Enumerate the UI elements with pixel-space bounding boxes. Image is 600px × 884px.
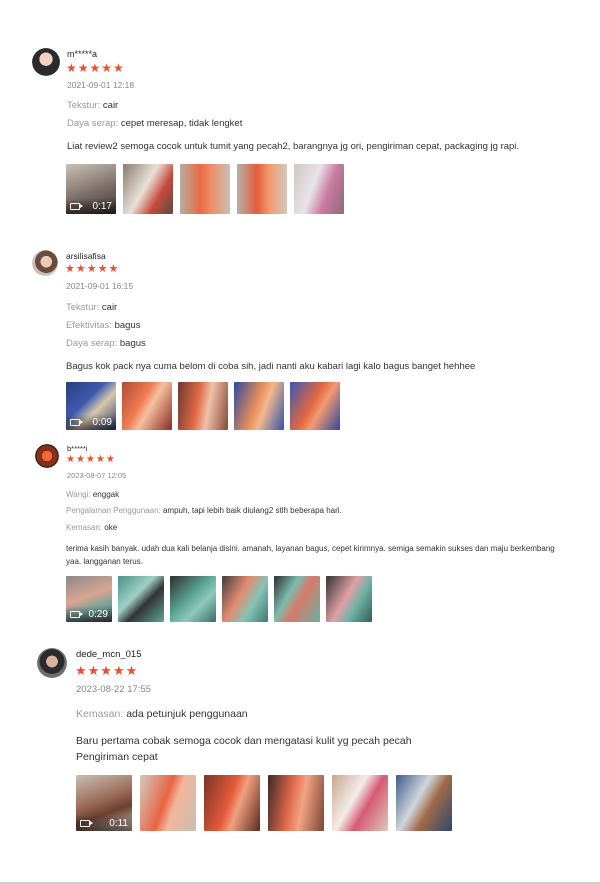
photo-thumbnail[interactable] [204,775,260,831]
attribute-row: Kemasan: oke [66,523,117,532]
photo-thumbnail[interactable] [290,382,340,430]
attribute-key: Kemasan: [76,708,124,720]
star-rating: ★★★★★ [66,454,116,465]
attribute-value: cepet meresap, tidak lengket [120,118,243,129]
comment-line: Pengiriman cepat [76,751,158,763]
video-camera-icon [70,202,83,210]
video-camera-icon [80,819,93,827]
username[interactable]: dede_mcn_015 [76,649,142,660]
photo-thumbnail[interactable] [118,576,164,622]
video-duration: 0:09 [92,416,112,428]
video-thumbnail[interactable]: 0:29 [66,576,112,622]
attribute-value: oke [104,523,118,532]
photo-thumbnail[interactable] [234,382,284,430]
photo-thumbnail[interactable] [122,382,172,430]
photo-thumbnail[interactable] [180,164,230,214]
attribute-value: ada petunjuk penggunaan [126,708,248,720]
attribute-row: Wangi: enggak [66,490,119,499]
star-rating: ★★★★★ [66,61,125,75]
photo-thumbnail[interactable] [237,164,287,214]
review-comment: Baru pertama cobak semoga cocok dan meng… [76,733,576,765]
attribute-value: bagus [119,338,146,349]
review-date: 2023-08-07 12:05 [67,471,127,480]
photo-thumbnail[interactable] [178,382,228,430]
review-comment: Liat review2 semoga cocok untuk tumit ya… [67,141,520,152]
star-rating: ★★★★★ [75,663,139,678]
username[interactable]: m*****a [67,49,97,59]
username[interactable]: b*****i [67,444,87,453]
attribute-key: Tekstur: [66,302,100,313]
media-gallery: 0:09 [66,382,340,430]
photo-thumbnail[interactable] [140,775,196,831]
review-comment: Bagus kok pack nya cuma belom di coba si… [66,361,476,372]
attribute-row: Efektivitas: bagus [66,320,140,331]
photo-thumbnail[interactable] [326,576,372,622]
photo-thumbnail[interactable] [222,576,268,622]
attribute-key: Daya serap: [66,338,118,349]
comment-line: Baru pertama cobak semoga cocok dan meng… [76,735,412,747]
media-gallery: 0:29 [66,576,372,622]
attribute-key: Tekstur: [67,100,101,111]
attribute-key: Daya serap: [67,118,119,129]
video-duration: 0:17 [92,200,112,212]
photo-thumbnail[interactable] [268,775,324,831]
attribute-key: Pengalaman Penggunaan: [66,506,161,515]
attribute-row: Tekstur: cair [67,100,118,111]
username[interactable]: arsilisafisa [66,251,106,261]
avatar[interactable] [32,250,58,276]
attribute-key: Wangi: [66,490,91,499]
attribute-row: Pengalaman Penggunaan: ampuh, tapi lebih… [66,506,342,515]
media-gallery: 0:17 [66,164,344,214]
attribute-value: cair [101,302,118,313]
attribute-row: Tekstur: cair [66,302,117,313]
review-date: 2021-09-01 12:18 [67,80,135,90]
star-rating: ★★★★★ [65,263,120,275]
avatar[interactable] [37,648,67,678]
video-thumbnail[interactable]: 0:11 [76,775,132,831]
video-thumbnail[interactable]: 0:17 [66,164,116,214]
photo-thumbnail[interactable] [294,164,344,214]
review-item: m*****a ★★★★★ 2021-09-01 12:18 Tekstur: … [0,0,600,230]
attribute-value: cair [102,100,119,111]
attribute-value: enggak [92,490,120,499]
attribute-key: Efektivitas: [66,320,112,331]
video-duration: 0:29 [88,608,108,620]
photo-thumbnail[interactable] [274,576,320,622]
photo-thumbnail[interactable] [123,164,173,214]
video-thumbnail[interactable]: 0:09 [66,382,116,430]
avatar[interactable] [32,48,60,76]
video-camera-icon [70,418,83,426]
attribute-row: Daya serap: bagus [66,338,146,349]
attribute-value: ampuh, tapi lebih baik diulang2 stlh beb… [162,506,342,515]
attribute-value: bagus [114,320,141,331]
review-date: 2021-09-01 16:15 [66,281,134,291]
photo-thumbnail[interactable] [396,775,452,831]
photo-thumbnail[interactable] [170,576,216,622]
photo-thumbnail[interactable] [332,775,388,831]
video-camera-icon [70,610,83,618]
media-gallery: 0:11 [76,775,452,831]
avatar[interactable] [35,444,59,468]
attribute-key: Kemasan: [66,523,103,532]
review-item: b*****i ★★★★★ 2023-08-07 12:05 Wangi: en… [0,440,600,640]
review-date: 2023-08-22 17:55 [76,684,152,695]
review-item: arsilisafisa ★★★★★ 2021-09-01 16:15 Teks… [0,240,600,440]
attribute-row: Daya serap: cepet meresap, tidak lengket [67,118,242,129]
review-comment: terima kasih banyak. udah dua kali belan… [66,544,555,566]
video-duration: 0:11 [109,817,128,829]
attribute-row: Kemasan: ada petunjuk penggunaan [76,708,248,720]
review-item: dede_mcn_015 ★★★★★ 2023-08-22 17:55 Kema… [0,640,600,840]
